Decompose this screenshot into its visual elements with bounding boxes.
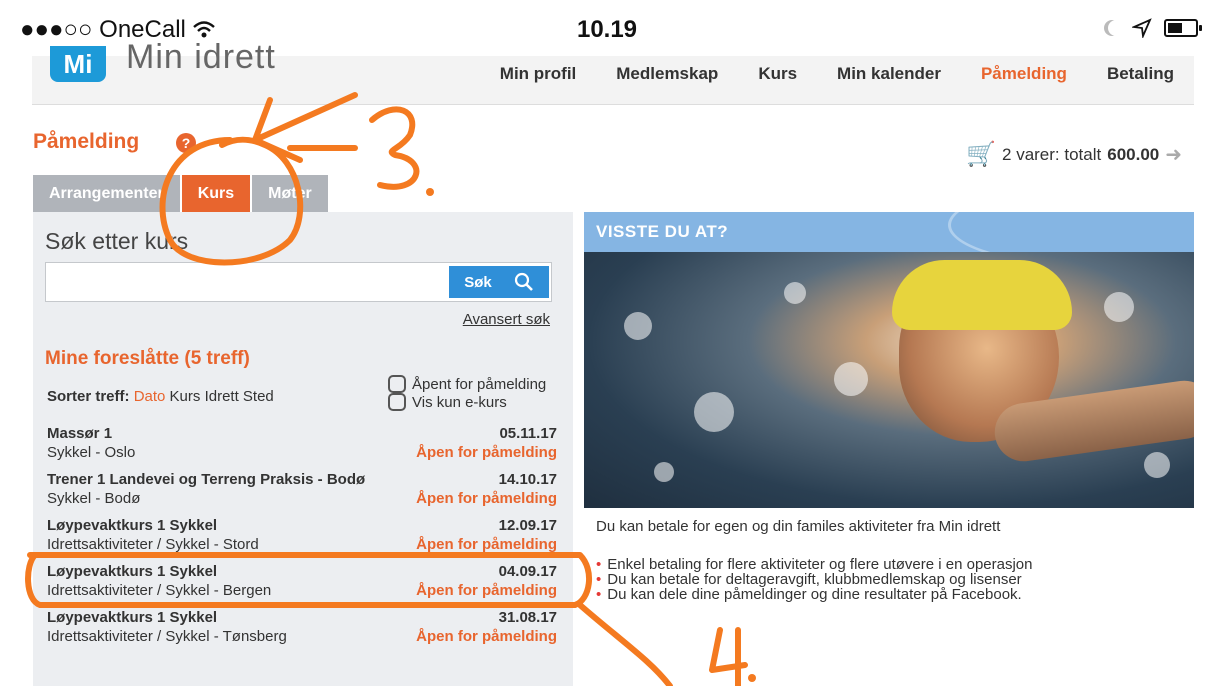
search-button[interactable]: Søk	[449, 266, 549, 298]
info-bullets: • Enkel betaling for flere aktiviteter og…	[584, 557, 1194, 602]
search-input[interactable]: Søk	[45, 262, 552, 302]
checkbox[interactable]	[388, 375, 406, 393]
filter-e-courses-only[interactable]: Vis kun e-kurs	[388, 393, 546, 411]
tab-arrangementer[interactable]: Arrangementer	[33, 175, 180, 212]
moon-icon	[1108, 20, 1124, 36]
tab-bar: Arrangementer Kurs Møter	[33, 175, 328, 212]
filter-checkboxes: Åpent for påmelding Vis kun e-kurs	[388, 375, 546, 411]
result-status[interactable]: Åpen for påmelding	[416, 444, 557, 461]
search-label: Søk etter kurs	[45, 228, 189, 254]
result-subtitle: Idrettsaktiviteter / Sykkel - Bergen	[47, 582, 272, 599]
shopping-cart-icon: 🛒	[966, 141, 997, 168]
water-splash	[1144, 452, 1170, 478]
nav-medlemskap[interactable]: Medlemskap	[616, 64, 718, 84]
list-item[interactable]: Massør 1 Sykkel - Oslo 05.11.17 Åpen for…	[47, 425, 557, 471]
course-search-panel: Søk etter kurs Søk Avansert søk Mine for…	[33, 212, 573, 686]
info-bullet: • Enkel betaling for flere aktiviteter og…	[596, 557, 1194, 572]
site-header: Mi Min idrett Min profil Medlemskap Kurs…	[32, 38, 1194, 105]
water-splash	[624, 312, 652, 340]
sort-row: Sorter treff: Dato Kurs Idrett Sted	[47, 388, 274, 405]
sort-label: Sorter treff:	[47, 388, 130, 405]
info-panel: VISSTE DU AT? Du kan betale for egen og …	[584, 212, 1194, 602]
info-header: VISSTE DU AT?	[584, 212, 1194, 252]
results-list: Massør 1 Sykkel - Oslo 05.11.17 Åpen for…	[47, 425, 557, 655]
result-subtitle: Idrettsaktiviteter / Sykkel - Stord	[47, 536, 259, 553]
cart-summary[interactable]: 🛒 2 varer: totalt 600.00 ➜	[966, 140, 1182, 169]
result-title[interactable]: Løypevaktkurs 1 Sykkel	[47, 563, 217, 580]
result-date: 14.10.17	[498, 471, 557, 488]
filter-open-for-registration[interactable]: Åpent for påmelding	[388, 375, 546, 393]
list-item[interactable]: Løypevaktkurs 1 Sykkel Idrettsaktivitete…	[47, 517, 557, 563]
logo-mark[interactable]: Mi	[50, 46, 106, 82]
info-bullet: • Du kan dele dine påmeldinger og dine re…	[596, 587, 1194, 602]
result-title[interactable]: Løypevaktkurs 1 Sykkel	[47, 609, 217, 626]
result-date: 04.09.17	[498, 563, 557, 580]
list-item[interactable]: Løypevaktkurs 1 Sykkel Idrettsaktivitete…	[47, 563, 557, 609]
result-date: 31.08.17	[498, 609, 557, 626]
annotation-number-4	[709, 627, 748, 686]
result-status[interactable]: Åpen for påmelding	[416, 582, 557, 599]
result-subtitle: Sykkel - Oslo	[47, 444, 136, 461]
result-status[interactable]: Åpen for påmelding	[416, 628, 557, 645]
tab-moter[interactable]: Møter	[252, 175, 328, 212]
annotation-number-3	[369, 106, 420, 190]
tab-kurs[interactable]: Kurs	[181, 175, 251, 212]
checkbox[interactable]	[388, 393, 406, 411]
result-title[interactable]: Løypevaktkurs 1 Sykkel	[47, 517, 217, 534]
filter-label: Åpent for påmelding	[412, 375, 547, 393]
search-icon	[514, 272, 533, 291]
nav-min-profil[interactable]: Min profil	[500, 64, 576, 84]
info-bullet: • Du kan betale for deltageravgift, klubb…	[596, 572, 1194, 587]
cart-total: 600.00	[1107, 144, 1160, 164]
filter-label: Vis kun e-kurs	[412, 393, 507, 411]
water-splash	[1104, 292, 1134, 322]
swim-cap	[892, 260, 1072, 330]
battery-icon	[1164, 19, 1202, 37]
location-arrow-icon	[1132, 18, 1152, 38]
nav-min-kalender[interactable]: Min kalender	[837, 64, 941, 84]
arrow-right-icon[interactable]: ➜	[1165, 142, 1182, 167]
water-splash	[784, 282, 806, 304]
water-splash	[834, 362, 868, 396]
bullet-icon: •	[596, 586, 602, 603]
result-title[interactable]: Massør 1	[47, 425, 112, 442]
logo-text[interactable]: Min idrett	[126, 38, 276, 77]
annotation-dot	[426, 188, 434, 196]
result-title[interactable]: Trener 1 Landevei og Terreng Praksis - B…	[47, 471, 365, 488]
sort-option-dato[interactable]: Dato	[134, 388, 166, 405]
sort-option-kurs[interactable]: Kurs	[170, 388, 201, 405]
nav-pamelding[interactable]: Påmelding	[981, 64, 1067, 84]
info-text: Du kan betale for egen og din familes ak…	[596, 518, 1001, 535]
info-bullet-text: Du kan dele dine påmeldinger og dine res…	[607, 586, 1022, 603]
cart-items-text: 2 varer: totalt	[1002, 144, 1102, 164]
water-splash	[654, 462, 674, 482]
sort-option-idrett[interactable]: Idrett	[205, 388, 239, 405]
advanced-search-link[interactable]: Avansert søk	[463, 311, 550, 328]
help-icon[interactable]: ?	[176, 133, 196, 153]
nav-kurs[interactable]: Kurs	[758, 64, 797, 84]
nav-betaling[interactable]: Betaling	[1107, 64, 1174, 84]
annotation-arrow-4	[577, 602, 673, 686]
swimmer-photo	[584, 252, 1194, 508]
result-date: 12.09.17	[498, 517, 557, 534]
result-subtitle: Idrettsaktiviteter / Sykkel - Tønsberg	[47, 628, 287, 645]
list-item[interactable]: Løypevaktkurs 1 Sykkel Idrettsaktivitete…	[47, 609, 557, 655]
search-button-label: Søk	[464, 273, 492, 291]
suggestions-title: Mine foreslåtte (5 treff)	[45, 348, 250, 369]
list-item[interactable]: Trener 1 Landevei og Terreng Praksis - B…	[47, 471, 557, 517]
result-subtitle: Sykkel - Bodø	[47, 490, 141, 507]
page-title: Påmelding	[33, 130, 140, 153]
status-icons	[1104, 18, 1202, 38]
main-nav: Min profil Medlemskap Kurs Min kalender …	[500, 64, 1174, 84]
result-date: 05.11.17	[499, 425, 557, 442]
result-status[interactable]: Åpen for påmelding	[416, 536, 557, 553]
sort-option-sted[interactable]: Sted	[243, 388, 274, 405]
result-status[interactable]: Åpen for påmelding	[416, 490, 557, 507]
water-splash	[694, 392, 734, 432]
annotation-dot	[748, 674, 756, 682]
